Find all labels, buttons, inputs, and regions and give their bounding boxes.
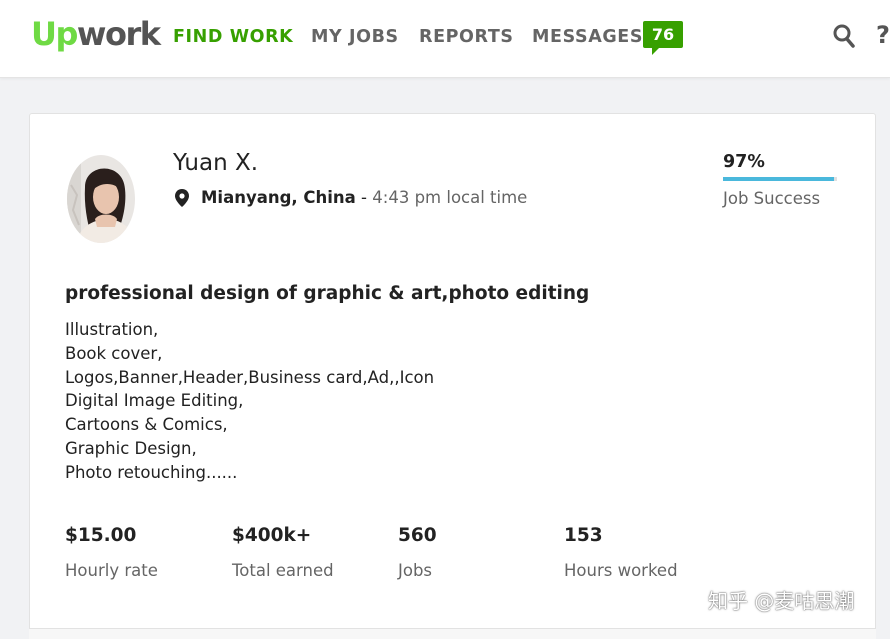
stat-total-earned-label: Total earned [232, 561, 334, 580]
stat-hourly-rate-label: Hourly rate [65, 561, 158, 580]
top-nav-bar: Upwork FIND WORK MY JOBS REPORTS MESSAGE… [0, 0, 890, 78]
description-line: Photo retouching...... [65, 462, 238, 482]
nav-messages[interactable]: MESSAGES [532, 26, 643, 48]
job-success-percent: 97% [723, 152, 765, 172]
messages-count-badge[interactable]: 76 [643, 21, 683, 55]
profile-avatar[interactable] [67, 155, 135, 243]
location-info: Mianyang, China - 4:43 pm local time [201, 187, 527, 209]
nav-reports[interactable]: REPORTS [419, 26, 514, 48]
freelancer-name[interactable]: Yuan X. [173, 148, 258, 178]
description-line: Graphic Design, [65, 438, 197, 458]
profile-description: Illustration, Book cover, Logos,Banner,H… [65, 318, 665, 485]
nav-find-work[interactable]: FIND WORK [173, 26, 293, 48]
stat-total-earned-value: $400k+ [232, 525, 312, 546]
watermark-text: 知乎 @麦咕思潮 [708, 589, 855, 613]
description-line: Book cover, [65, 343, 163, 363]
stat-jobs-label: Jobs [398, 561, 433, 580]
search-icon[interactable] [832, 22, 858, 50]
job-success-label: Job Success [723, 189, 821, 208]
profile-card-footer [29, 628, 876, 639]
stat-hours-worked-value: 153 [564, 525, 603, 546]
location-pin-icon [175, 189, 189, 207]
description-line: Logos,Banner,Header,Business card,Ad,,Ic… [65, 367, 435, 387]
description-line: Illustration, [65, 320, 159, 339]
stat-hours-worked-label: Hours worked [564, 561, 678, 580]
description-line: Digital Image Editing, [65, 391, 244, 411]
job-success-bar [723, 177, 837, 181]
help-icon[interactable]: ? [876, 20, 890, 50]
profile-headline: professional design of graphic & art,pho… [65, 283, 590, 304]
local-time: 4:43 pm local time [372, 188, 528, 207]
location-city: Mianyang, China [201, 188, 356, 207]
nav-my-jobs[interactable]: MY JOBS [311, 26, 399, 48]
description-line: Cartoons & Comics, [65, 415, 228, 435]
job-success-bar-fill [723, 177, 834, 181]
upwork-logo[interactable]: Upwork [31, 14, 161, 54]
stat-hourly-rate-value: $15.00 [65, 525, 137, 546]
stat-jobs-value: 560 [398, 525, 437, 546]
location-separator: - [355, 188, 373, 207]
